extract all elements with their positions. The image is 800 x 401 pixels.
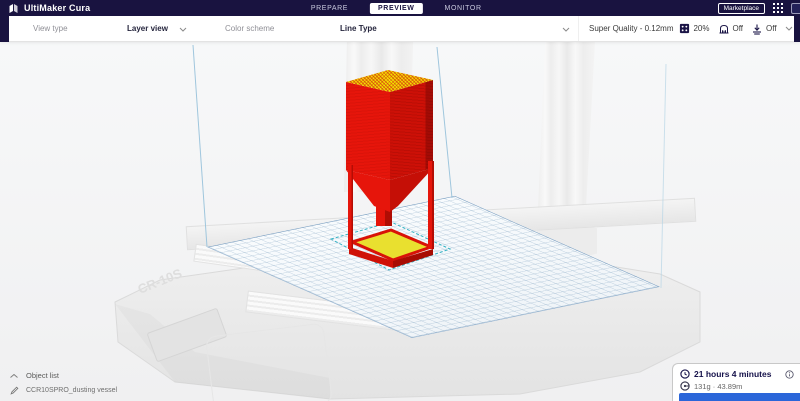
print-settings-values: 20% Off Off (679, 23, 792, 35)
adhesion-value: Off (766, 24, 777, 33)
tab-preview[interactable]: PREVIEW (370, 2, 423, 14)
color-scheme-dropdown[interactable]: Color scheme Line Type (195, 16, 578, 41)
print-time: 21 hours 4 minutes (694, 369, 772, 379)
color-scheme-label: Color scheme (225, 24, 275, 33)
signin-button-cut[interactable] (791, 2, 800, 14)
profile-value: Super Quality - 0.12mm (589, 24, 674, 33)
color-scheme-value: Line Type (340, 24, 377, 33)
support-setting: Off (718, 23, 744, 35)
adhesion-setting: Off (751, 23, 777, 35)
infill-setting: 20% (679, 23, 710, 34)
marketplace-button[interactable]: Marketplace (717, 2, 765, 14)
model-frame-leg[interactable] (428, 161, 434, 249)
infill-icon (680, 23, 690, 34)
chevron-down-icon (179, 27, 187, 32)
chevron-down-icon (562, 27, 570, 32)
printer-model-label: CR-10S (136, 265, 185, 296)
adhesion-icon (753, 24, 762, 35)
object-item-name: CCR10SPRO_dusting vessel (26, 387, 118, 394)
chevron-down-icon[interactable] (785, 26, 793, 31)
cura-window: UltiMaker Cura PREPARE PREVIEW MONITOR M… (0, 0, 800, 401)
material-row: 131g · 43.89m (680, 381, 794, 391)
model-body-right-face[interactable] (390, 80, 433, 180)
clock-icon (680, 369, 690, 379)
view-type-dropdown[interactable]: View type Layer view (9, 16, 195, 41)
brand: UltiMaker Cura (8, 3, 90, 14)
infill-value: 20% (693, 24, 710, 33)
object-list-item[interactable]: CCR10SPRO_dusting vessel (10, 386, 117, 395)
tab-monitor[interactable]: MONITOR (437, 3, 490, 14)
view-type-value: Layer view (127, 24, 168, 33)
apps-grid-icon[interactable] (772, 2, 784, 14)
chevron-up-icon (10, 373, 18, 378)
pencil-icon (10, 386, 19, 395)
stage-tabs: PREPARE PREVIEW MONITOR (303, 0, 490, 16)
right-panel-edge (794, 16, 800, 42)
print-summary-card: 21 hours 4 minutes 131g · 43.89m (672, 363, 800, 401)
info-icon[interactable] (785, 369, 794, 379)
model-frame-leg[interactable] (348, 165, 353, 249)
object-list-header[interactable]: Object list (10, 371, 117, 380)
output-action-button[interactable] (679, 393, 800, 401)
app-title: UltiMaker Cura (24, 3, 91, 13)
topbar-right: Marketplace (717, 2, 800, 14)
print-time-row: 21 hours 4 minutes (680, 369, 794, 379)
ultimaker-logo (9, 3, 18, 13)
print-settings-summary[interactable]: Super Quality - 0.12mm 20% Off Off (578, 16, 793, 41)
view-type-label: View type (33, 24, 68, 33)
filament-spool-icon (680, 381, 690, 391)
3d-viewport[interactable]: CR-10S Object list CCR10SPRO_dusting ves… (0, 42, 800, 401)
support-icon (719, 24, 728, 33)
navy-notch (0, 16, 9, 42)
preview-toolbar: View type Layer view Color scheme Line T… (0, 16, 800, 42)
object-list-title: Object list (26, 371, 59, 380)
material-usage: 131g · 43.89m (694, 381, 743, 391)
tab-prepare[interactable]: PREPARE (303, 3, 356, 14)
object-list-panel: Object list CCR10SPRO_dusting vessel (10, 371, 117, 395)
support-value: Off (732, 24, 744, 33)
top-bar: UltiMaker Cura PREPARE PREVIEW MONITOR M… (0, 0, 800, 16)
